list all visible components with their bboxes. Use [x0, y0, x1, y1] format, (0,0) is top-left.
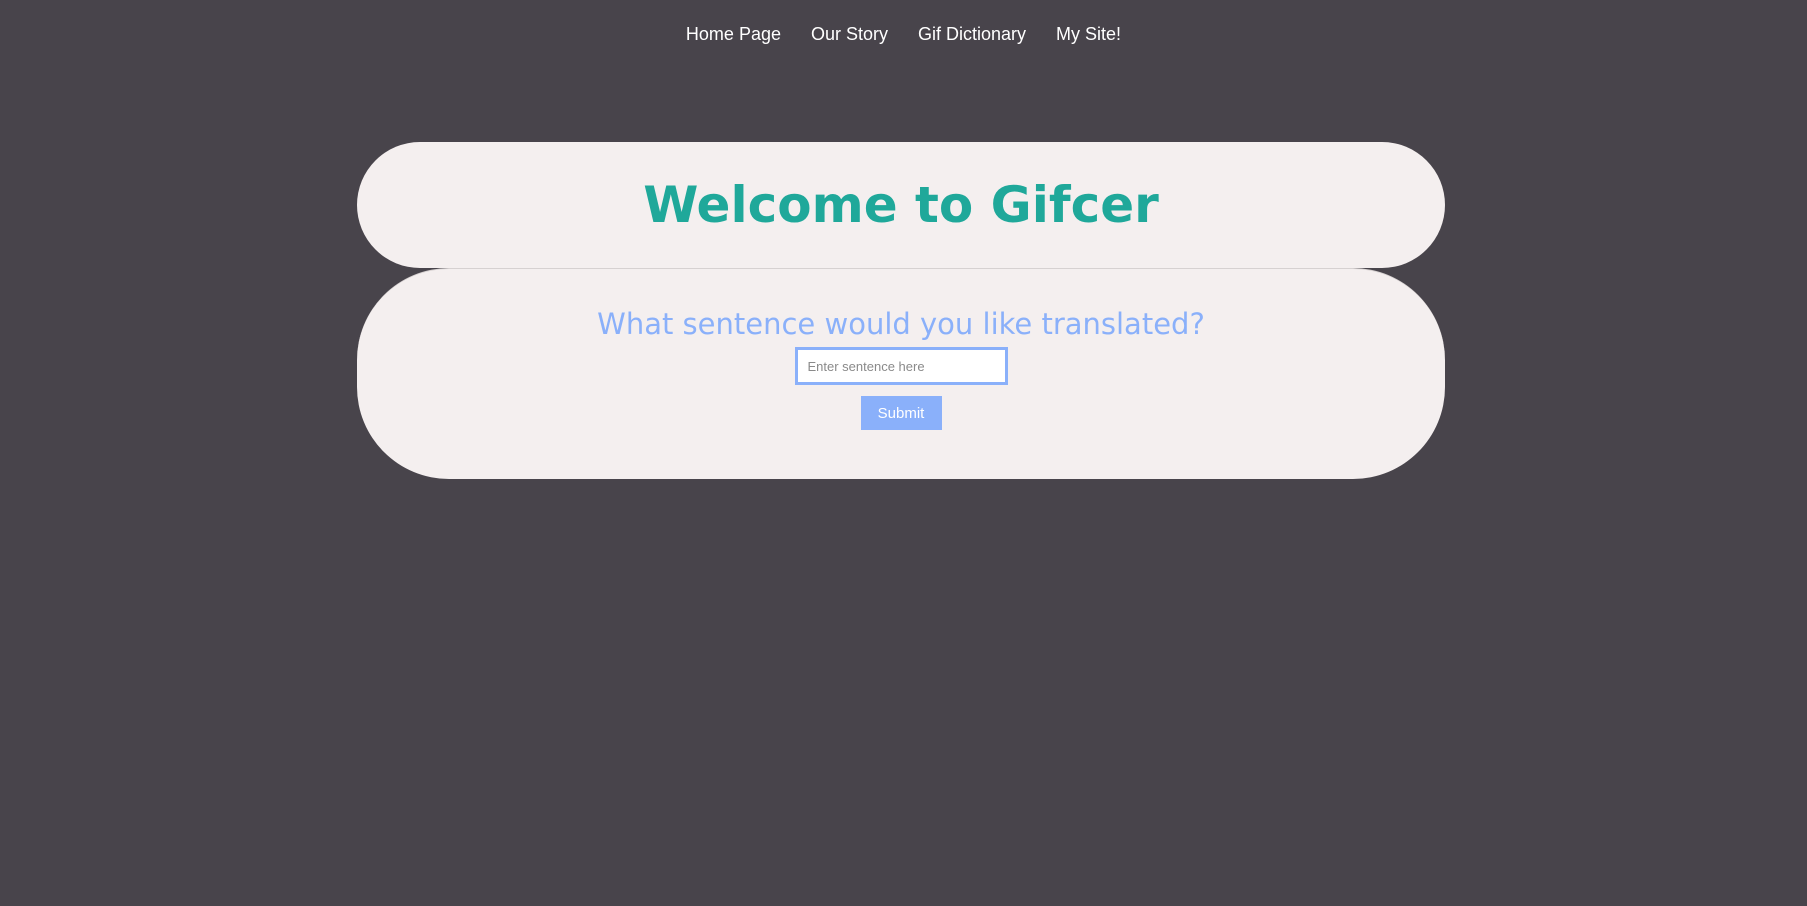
top-nav: Home Page Our Story Gif Dictionary My Si…: [0, 22, 1807, 46]
nav-our-story[interactable]: Our Story: [811, 22, 888, 46]
submit-button[interactable]: Submit: [860, 396, 942, 430]
translate-prompt: What sentence would you like translated?: [597, 307, 1205, 341]
welcome-card: Welcome to Gifcer: [357, 142, 1445, 268]
nav-gif-dictionary[interactable]: Gif Dictionary: [918, 22, 1026, 46]
nav-home-page[interactable]: Home Page: [686, 22, 781, 46]
page-title: Welcome to Gifcer: [643, 176, 1159, 234]
page: Home Page Our Story Gif Dictionary My Si…: [0, 0, 1807, 906]
sentence-input[interactable]: [794, 347, 1008, 385]
translate-card: What sentence would you like translated?…: [357, 268, 1445, 479]
nav-my-site[interactable]: My Site!: [1056, 22, 1121, 46]
